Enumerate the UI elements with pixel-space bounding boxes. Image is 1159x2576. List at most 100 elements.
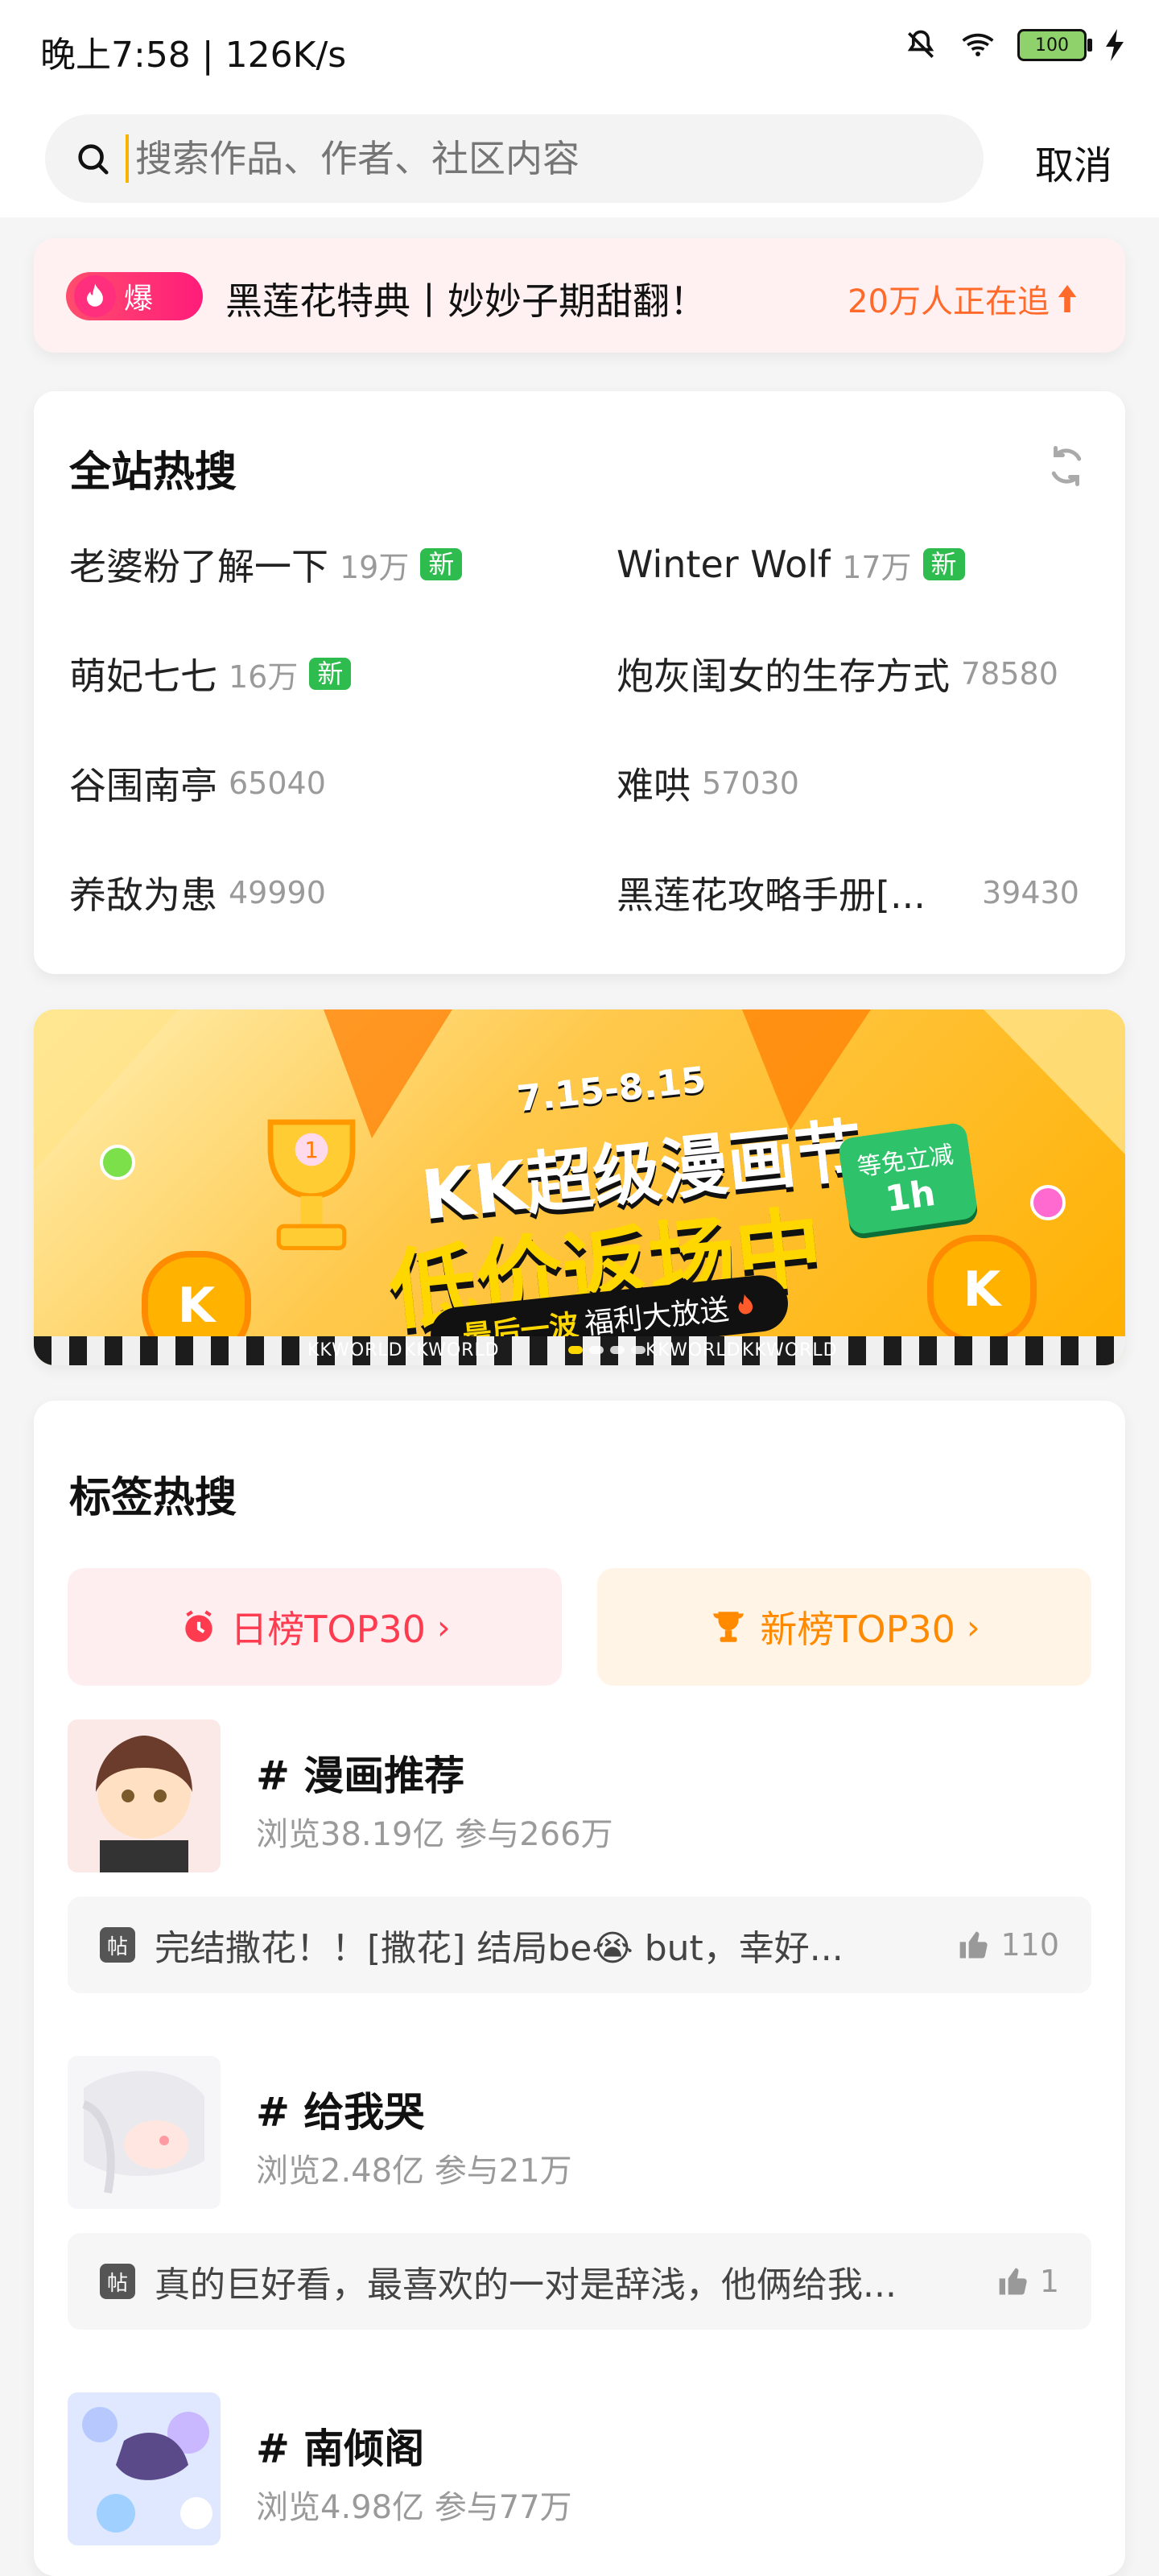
carousel-dot: [568, 1346, 583, 1354]
hot-search-title: 全站热搜: [69, 448, 237, 497]
new-top30-button[interactable]: 新榜TOP30 ›: [597, 1568, 1091, 1686]
hot-item-name: 养敌为患: [69, 873, 217, 917]
promo-chase-text: 20万人正在追: [848, 283, 1050, 320]
thumbs-up-icon: [960, 1931, 988, 1959]
hot-item[interactable]: 炮灰闺女的生存方式 78580: [617, 630, 1116, 718]
mute-icon: [907, 30, 934, 58]
trophy-icon: [713, 1612, 744, 1642]
clock-badge-icon: [185, 1610, 212, 1642]
like-count-value: 110: [1000, 1927, 1059, 1963]
hot-item[interactable]: 养敌为患 49990: [69, 848, 568, 937]
carousel-indicator: [568, 1346, 645, 1354]
status-time: 晚上7:58 | 126K/s: [40, 35, 347, 76]
trophy-icon: 1: [267, 1119, 356, 1250]
flame-icon: [738, 1294, 753, 1315]
hot-item-name: 难哄: [617, 764, 691, 807]
daily-top30-button[interactable]: 日榜TOP30 ›: [68, 1568, 562, 1686]
post-text: 完结撒花！！[撒花] 结局be😭 but，幸好...: [155, 1928, 843, 1969]
festival-banner[interactable]: 1 K K 7.15-8.15 KK超级漫画节 低价返场中 最后一波 福利大放送…: [34, 1009, 1125, 1365]
search-input[interactable]: [134, 136, 861, 181]
hot-item-name: 老婆粉了解一下: [69, 545, 328, 588]
search-icon: [78, 144, 109, 175]
banner-pill-text: 福利大放送: [583, 1293, 731, 1342]
carousel-dot: [610, 1346, 625, 1354]
search-header: 取消: [0, 97, 1159, 217]
tag-item[interactable]: # 南倾阁 浏览4.98亿 参与77万: [68, 2392, 1091, 2553]
new-tag: 新: [420, 548, 463, 580]
battery-icon: 100: [1017, 29, 1092, 61]
thumbs-up-icon: [999, 2268, 1027, 2295]
hot-item-count: 19万: [340, 549, 410, 585]
tag-hot-search-title: 标签热搜: [69, 1474, 237, 1522]
coin-icon: K: [927, 1235, 1037, 1344]
tag-item[interactable]: # 漫画推荐 浏览38.19亿 参与266万 帖 完结撒花！！[撒花] 结局be…: [68, 1719, 1091, 2066]
banner-brand: KKWORLD: [645, 1340, 741, 1360]
hot-item-name: Winter Wolf: [617, 543, 831, 586]
hot-badge-label: 爆: [124, 283, 154, 316]
hot-item[interactable]: 老婆粉了解一下 19万 新: [69, 520, 568, 609]
hot-search-grid: 老婆粉了解一下 19万 新 Winter Wolf 17万 新 萌妃七七 16万…: [69, 520, 1091, 939]
hot-item-count: 49990: [229, 875, 326, 910]
tag-name: # 给我哭: [256, 2089, 425, 2136]
flame-icon: [74, 275, 116, 317]
battery-level: 100: [1035, 35, 1069, 56]
cancel-button[interactable]: 取消: [1035, 134, 1112, 190]
like-count[interactable]: 1: [996, 2264, 1059, 2299]
tag-stats: 浏览38.19亿 参与266万: [256, 1816, 613, 1853]
promo-chase: 20万人正在追: [848, 275, 1077, 322]
tag-post-preview[interactable]: 帖 完结撒花！！[撒花] 结局be😭 but，幸好... 110: [68, 1897, 1091, 1993]
hot-item-name: 萌妃七七: [69, 654, 217, 698]
banner-discount-tag: 等免立减 1h: [837, 1121, 979, 1236]
hot-item[interactable]: 萌妃七七 16万 新: [69, 630, 568, 718]
hot-item-count: 78580: [961, 656, 1058, 691]
like-count-value: 1: [1039, 2264, 1059, 2299]
hot-item[interactable]: 谷围南亭 65040: [69, 739, 568, 828]
hot-item-count: 16万: [229, 658, 299, 695]
tag-item[interactable]: # 给我哭 浏览2.48亿 参与21万 帖 真的巨好看，最喜欢的一对是辞浅，他俩…: [68, 2056, 1091, 2402]
like-count[interactable]: 110: [957, 1927, 1059, 1963]
carousel-dot: [631, 1346, 645, 1354]
hot-item-count: 57030: [702, 766, 799, 801]
hot-search-card: 全站热搜 老婆粉了解一下 19万 新 Winter Wolf 17万 新 萌妃七…: [34, 391, 1125, 974]
text-caret: [126, 134, 129, 183]
post-icon: 帖: [100, 1927, 135, 1963]
promo-bar[interactable]: 爆 黑莲花特典丨妙妙子期甜翻！ 20万人正在追: [34, 238, 1125, 353]
hot-item-name: 谷围南亭: [69, 764, 217, 807]
tag-hot-search-card: 标签热搜 日榜TOP30 › 新榜TOP30 › # 漫画推荐 浏览38.19亿…: [34, 1401, 1125, 2576]
hot-item-count: 65040: [229, 766, 326, 801]
hot-item[interactable]: 黑莲花攻略手册[... 39430: [617, 848, 1116, 937]
tag-name: # 南倾阁: [256, 2425, 425, 2472]
hot-item-count: 39430: [982, 875, 1079, 910]
carousel-dot: [589, 1346, 604, 1354]
tag-post-preview[interactable]: 帖 真的巨好看，最喜欢的一对是辞浅，他俩给我... 1: [68, 2233, 1091, 2330]
tag-thumbnail: [68, 2056, 221, 2209]
banner-brand: KKWORLD: [404, 1340, 500, 1360]
tag-thumbnail: [68, 1719, 221, 1872]
new-tag: 新: [922, 548, 965, 580]
post-text: 真的巨好看，最喜欢的一对是辞浅，他俩给我...: [155, 2264, 897, 2306]
charging-icon: [1106, 29, 1124, 61]
hot-badge: 爆: [66, 272, 203, 320]
hot-item[interactable]: 难哄 57030: [617, 739, 1116, 828]
search-box[interactable]: [45, 114, 984, 203]
new-tag: 新: [309, 658, 352, 690]
hot-item[interactable]: Winter Wolf 17万 新: [617, 520, 1116, 609]
new-top30-label: 新榜TOP30: [760, 1608, 955, 1651]
hot-item-count: 17万: [842, 549, 912, 585]
chevron-right-icon: ›: [966, 1607, 980, 1647]
refresh-icon[interactable]: [1045, 444, 1088, 488]
arrow-up-icon: [1058, 285, 1077, 312]
hot-item-name: 黑莲花攻略手册[...: [617, 873, 926, 917]
wifi-icon: [962, 33, 994, 56]
tag-stats: 浏览2.48亿 参与21万: [256, 2153, 572, 2190]
status-icons: 100: [903, 27, 1127, 63]
post-icon: 帖: [100, 2264, 135, 2299]
status-bar: 晚上7:58 | 126K/s 100: [0, 0, 1159, 97]
daily-top30-label: 日榜TOP30: [230, 1608, 426, 1651]
tag-thumbnail: [68, 2392, 221, 2545]
hot-item-name: 炮灰闺女的生存方式: [617, 654, 950, 698]
chevron-right-icon: ›: [436, 1607, 451, 1647]
svg-text:1: 1: [304, 1138, 318, 1163]
tag-name: # 漫画推荐: [256, 1752, 465, 1799]
banner-tag-bottom: 1h: [882, 1172, 938, 1220]
